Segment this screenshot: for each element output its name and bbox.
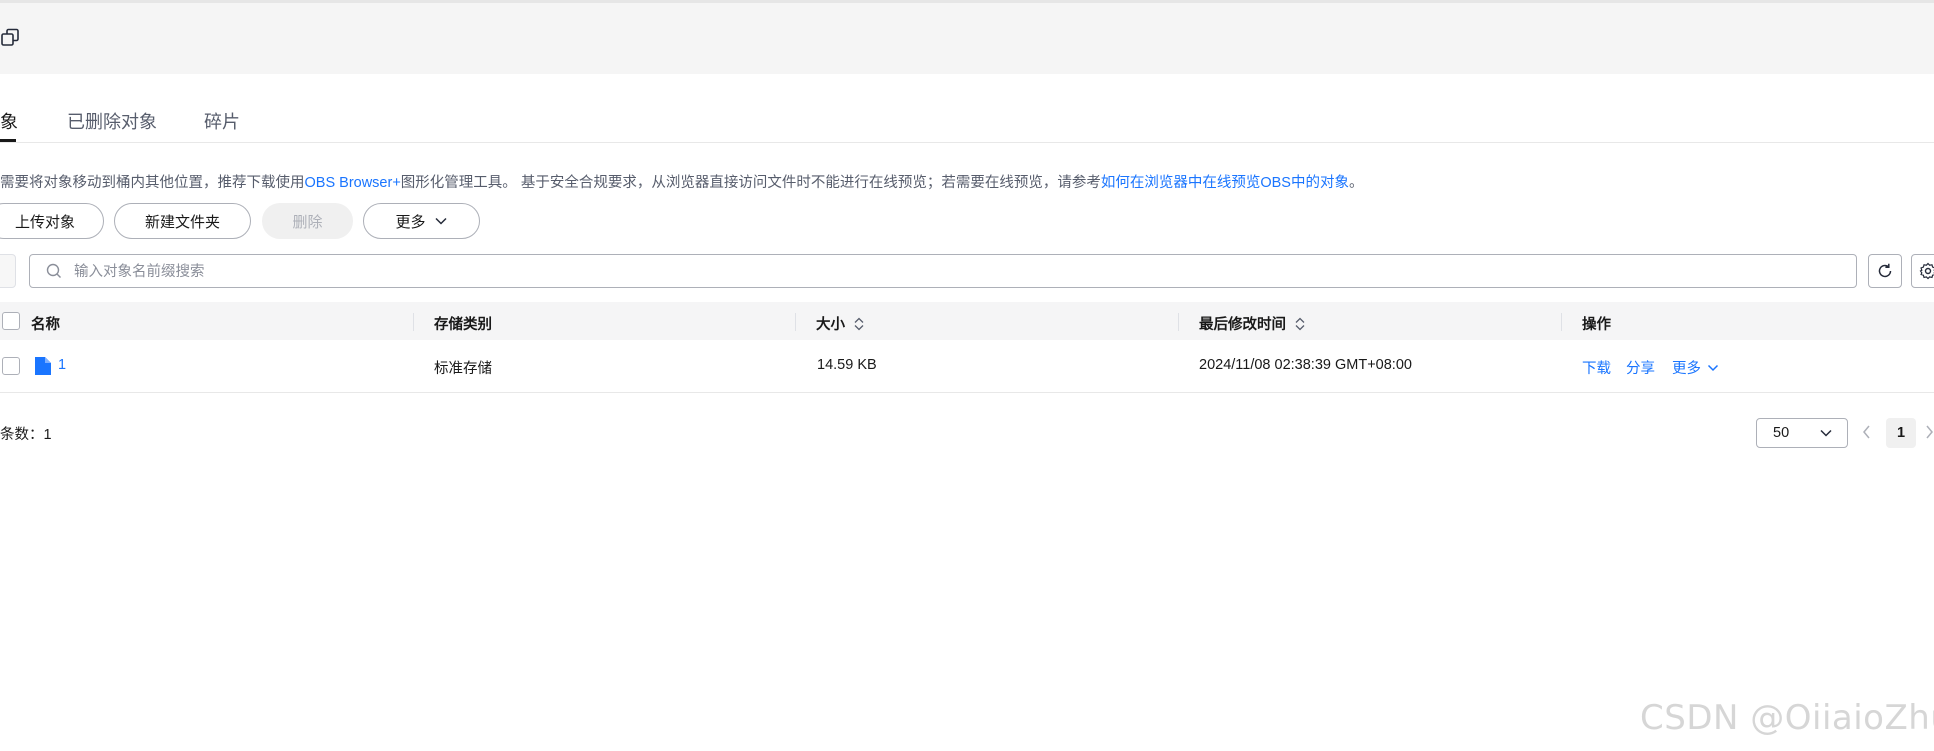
active-tab-indicator xyxy=(0,139,16,142)
obs-browser-link[interactable]: OBS Browser+ xyxy=(305,175,401,191)
more-button[interactable]: 更多 xyxy=(363,203,480,239)
col-name-label: 名称 xyxy=(31,317,60,333)
column-divider[interactable] xyxy=(1561,313,1562,331)
page-number-current[interactable]: 1 xyxy=(1886,418,1916,448)
page-size-value: 50 xyxy=(1773,425,1790,441)
col-actions-label: 操作 xyxy=(1582,317,1611,333)
col-size[interactable]: 大小 xyxy=(816,313,865,334)
select-all-checkbox[interactable] xyxy=(2,312,20,330)
size-cell: 14.59 KB xyxy=(817,357,877,373)
more-label: 更多 xyxy=(395,213,426,231)
new-folder-button[interactable]: 新建文件夹 xyxy=(114,203,251,239)
col-name: 名称 xyxy=(31,313,60,334)
delete-label: 删除 xyxy=(292,213,323,231)
new-folder-label: 新建文件夹 xyxy=(144,213,220,231)
col-actions: 操作 xyxy=(1582,313,1611,334)
last-modified-cell: 2024/11/08 02:38:39 GMT+08:00 xyxy=(1199,357,1412,373)
chevron-down-icon xyxy=(434,217,447,225)
table-header: 名称 存储类别 大小 最后修改时间 操作 xyxy=(0,302,1934,340)
row-more-menu[interactable]: 更多 xyxy=(1672,357,1719,378)
col-storage-class-label: 存储类别 xyxy=(434,317,492,333)
table-row: 1 标准存储 14.59 KB 2024/11/08 02:38:39 GMT+… xyxy=(0,340,1934,393)
notice-text: 需要将对象移动到桶内其他位置，推荐下载使用OBS Browser+图形化管理工具… xyxy=(0,171,1363,192)
chevron-down-icon xyxy=(1707,364,1719,371)
column-divider[interactable] xyxy=(795,313,796,331)
top-bar xyxy=(0,0,1934,74)
column-divider[interactable] xyxy=(413,313,414,331)
upload-object-label: 上传对象 xyxy=(14,213,75,231)
notice-text-before: 需要将对象移动到桶内其他位置，推荐下载使用 xyxy=(0,175,305,191)
file-icon xyxy=(35,357,51,375)
notice-text-middle: 图形化管理工具。 基于安全合规要求，从浏览器直接访问文件时不能进行在线预览；若需… xyxy=(400,175,1101,191)
search-box xyxy=(29,254,1857,289)
search-icon xyxy=(46,263,61,278)
preview-help-link[interactable]: 如何在浏览器中在线预览OBS中的对象 xyxy=(1101,175,1349,191)
refresh-icon xyxy=(1878,263,1892,278)
settings-button[interactable] xyxy=(1911,254,1934,288)
gear-icon xyxy=(1919,262,1934,280)
col-size-label: 大小 xyxy=(816,317,845,333)
watermark: CSDN @OiiaioZhu xyxy=(1640,698,1934,738)
copy-icon[interactable] xyxy=(0,27,22,49)
col-last-modified-label: 最后修改时间 xyxy=(1199,317,1286,333)
sort-icon[interactable] xyxy=(853,316,865,332)
chevron-down-icon xyxy=(1820,429,1832,437)
search-input[interactable] xyxy=(72,255,1836,289)
tab-deleted-objects[interactable]: 已删除对象 xyxy=(67,108,157,134)
page-size-select[interactable]: 50 xyxy=(1756,418,1848,448)
col-storage-class: 存储类别 xyxy=(434,313,492,334)
row-checkbox[interactable] xyxy=(2,357,20,375)
tab-fragments[interactable]: 碎片 xyxy=(204,108,240,134)
prev-page-icon[interactable] xyxy=(1860,423,1874,441)
total-count: 条数：1 xyxy=(0,427,52,443)
storage-class-cell: 标准存储 xyxy=(434,361,492,377)
row-more-label: 更多 xyxy=(1672,361,1701,377)
tab-bar: 象 已删除对象 碎片 xyxy=(0,96,1934,143)
object-name-link[interactable]: 1 xyxy=(58,357,66,373)
share-link[interactable]: 分享 xyxy=(1626,357,1655,378)
notice-text-end: 。 xyxy=(1348,175,1364,191)
upload-object-button[interactable]: 上传对象 xyxy=(0,203,104,239)
filter-toggle[interactable] xyxy=(0,254,16,288)
tab-objects[interactable]: 象 xyxy=(0,108,18,134)
col-last-modified[interactable]: 最后修改时间 xyxy=(1199,313,1306,334)
sort-icon[interactable] xyxy=(1294,316,1306,332)
next-page-icon[interactable] xyxy=(1924,423,1934,441)
download-link[interactable]: 下载 xyxy=(1582,357,1611,378)
column-divider[interactable] xyxy=(1178,313,1179,331)
refresh-button[interactable] xyxy=(1868,254,1902,288)
delete-button[interactable]: 删除 xyxy=(262,203,353,239)
